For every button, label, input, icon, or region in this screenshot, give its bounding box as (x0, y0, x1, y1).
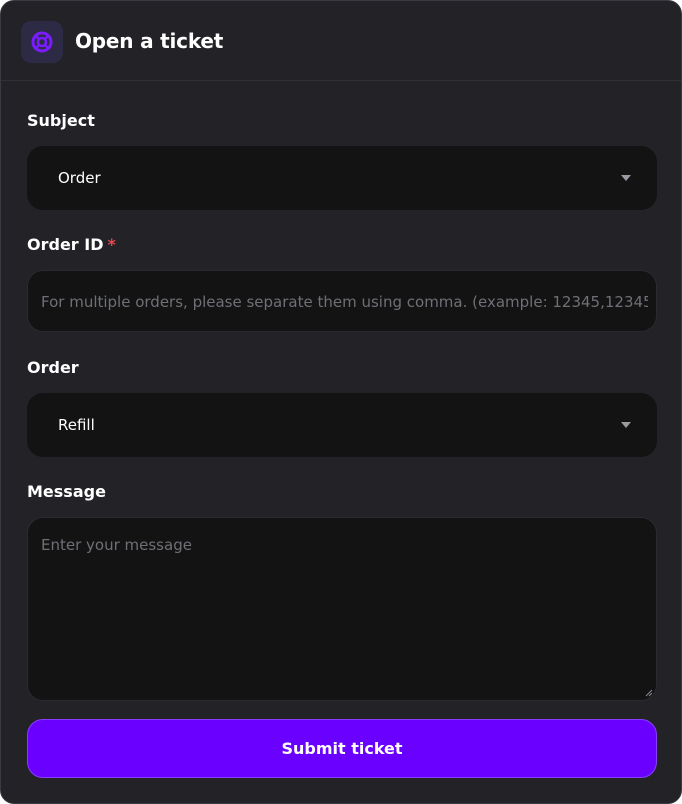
order-id-placeholder: For multiple orders, please separate the… (41, 293, 648, 311)
page-title: Open a ticket (75, 29, 224, 53)
subject-select[interactable]: Order (27, 146, 657, 210)
message-textarea[interactable]: Enter your message (27, 517, 657, 701)
chevron-down-icon (621, 422, 631, 428)
ticket-card: Open a ticket Subject Order Order ID * Fo… (0, 0, 682, 804)
subject-select-value: Order (58, 169, 101, 187)
resize-handle-icon[interactable] (645, 689, 653, 697)
order-id-label-text: Order ID (27, 235, 104, 254)
order-label: Order (27, 358, 79, 377)
chevron-down-icon (621, 175, 631, 181)
order-select-value: Refill (58, 416, 95, 434)
card-header: Open a ticket (1, 1, 681, 81)
message-label: Message (27, 482, 106, 501)
subject-label: Subject (27, 111, 95, 130)
lifebuoy-icon (21, 21, 63, 63)
order-id-input[interactable]: For multiple orders, please separate the… (27, 270, 657, 332)
order-id-label: Order ID * (27, 235, 116, 254)
required-mark: * (107, 235, 116, 254)
submit-ticket-button[interactable]: Submit ticket (27, 719, 657, 778)
order-select[interactable]: Refill (27, 393, 657, 457)
message-placeholder: Enter your message (41, 536, 192, 554)
